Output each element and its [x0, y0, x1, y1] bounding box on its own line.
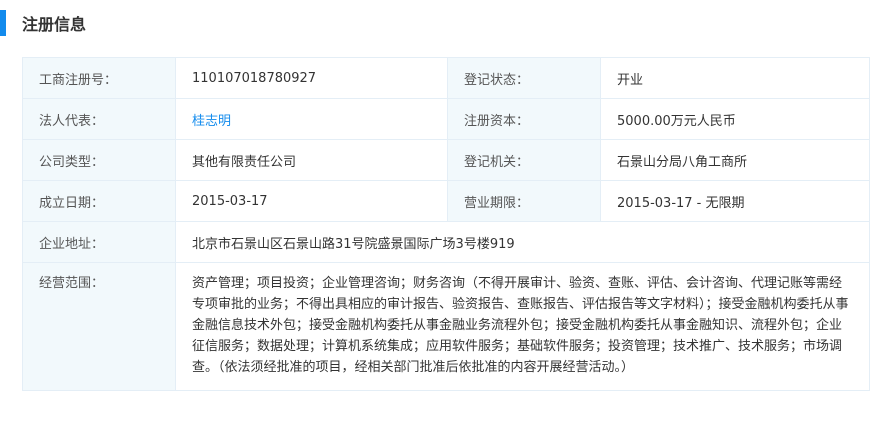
label-capital: 注册资本：	[447, 98, 601, 140]
section-accent-bar	[0, 10, 6, 36]
value-authority: 石景山分局八角工商所	[600, 139, 870, 181]
label-address: 企业地址：	[22, 221, 176, 263]
label-scope: 经营范围：	[22, 262, 176, 391]
section-header: 注册信息	[0, 10, 86, 36]
value-term: 2015-03-17 - 无限期	[600, 180, 870, 222]
legal-rep-link[interactable]: 桂志明	[192, 114, 231, 129]
value-company-type: 其他有限责任公司	[175, 139, 448, 181]
table-row: 企业地址： 北京市石景山区石景山路31号院盛景国际广场3号楼919	[22, 221, 870, 263]
table-row: 成立日期： 2015-03-17 营业期限： 2015-03-17 - 无限期	[22, 180, 870, 222]
value-address: 北京市石景山区石景山路31号院盛景国际广场3号楼919	[175, 221, 870, 263]
table-row: 工商注册号： 110107018780927 登记状态： 开业	[22, 57, 870, 99]
table-row: 经营范围： 资产管理；项目投资；企业管理咨询；财务咨询（不得开展审计、验资、查账…	[22, 262, 870, 391]
label-status: 登记状态：	[447, 57, 601, 99]
value-scope: 资产管理；项目投资；企业管理咨询；财务咨询（不得开展审计、验资、查账、评估、会计…	[175, 262, 870, 391]
table-row: 公司类型： 其他有限责任公司 登记机关： 石景山分局八角工商所	[22, 139, 870, 181]
registration-info-table: 工商注册号： 110107018780927 登记状态： 开业 法人代表： 桂志…	[22, 57, 870, 391]
label-legal-rep: 法人代表：	[22, 98, 176, 140]
value-reg-number: 110107018780927	[175, 57, 448, 99]
label-authority: 登记机关：	[447, 139, 601, 181]
value-founded: 2015-03-17	[175, 180, 448, 222]
table-row: 法人代表： 桂志明 注册资本： 5000.00万元人民币	[22, 98, 870, 140]
label-reg-number: 工商注册号：	[22, 57, 176, 99]
label-term: 营业期限：	[447, 180, 601, 222]
label-founded: 成立日期：	[22, 180, 176, 222]
value-status: 开业	[600, 57, 870, 99]
section-title: 注册信息	[22, 15, 87, 34]
label-company-type: 公司类型：	[22, 139, 176, 181]
value-capital: 5000.00万元人民币	[600, 98, 870, 140]
